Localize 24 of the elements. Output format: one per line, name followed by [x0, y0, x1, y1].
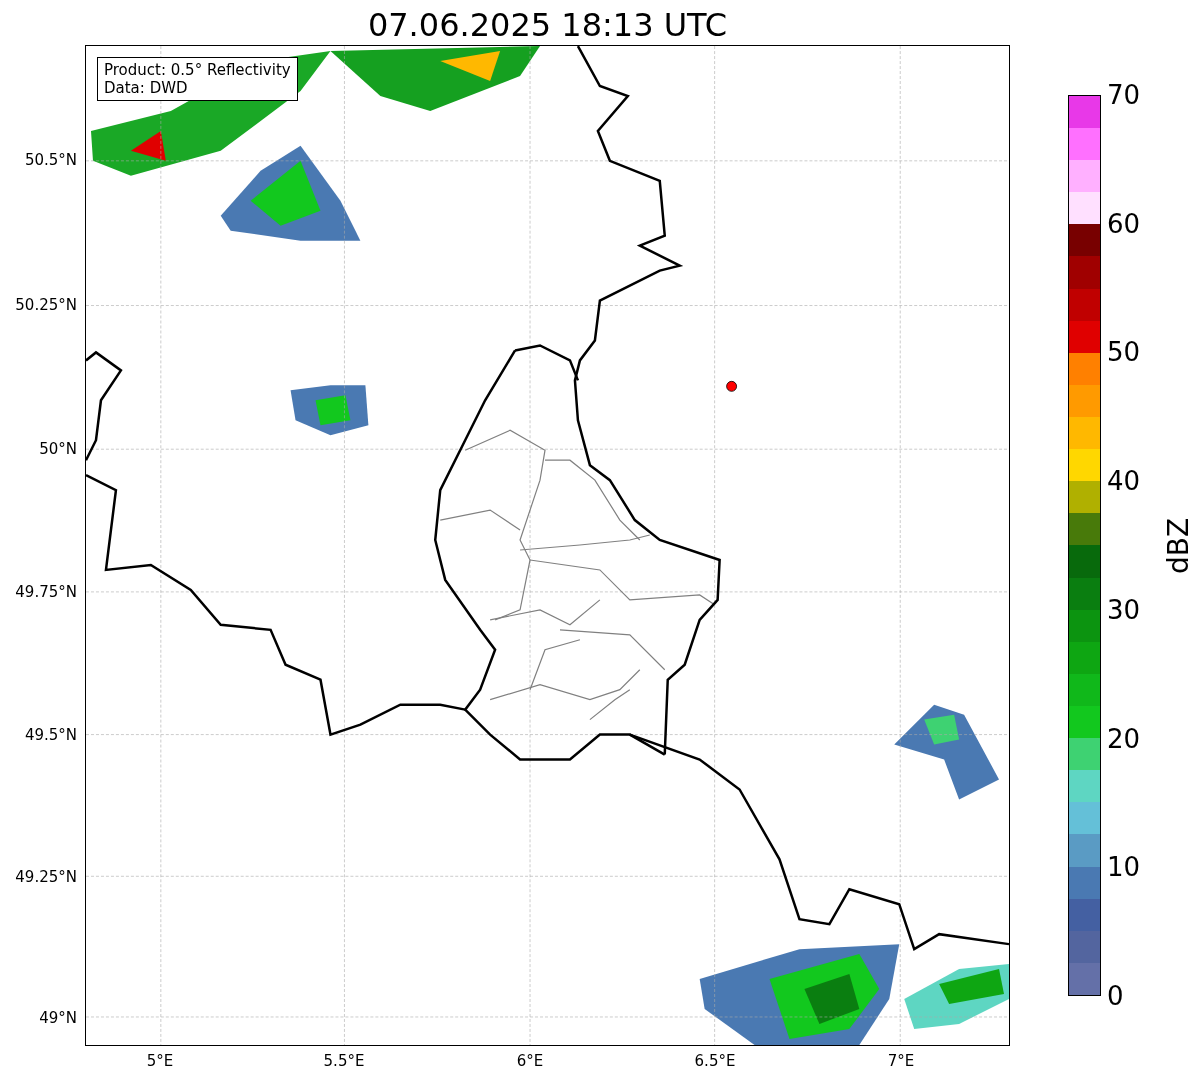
latitude-label: 49.25°N	[15, 868, 77, 886]
latitude-label: 50.5°N	[24, 151, 77, 169]
latitude-label: 50°N	[39, 440, 77, 458]
colorbar-tick-label: 20	[1107, 723, 1141, 754]
colorbar-tick-label: 70	[1107, 80, 1141, 110]
chart-title: 07.06.2025 18:13 UTC	[367, 5, 728, 45]
colorbar-tick-label: 0	[1107, 981, 1124, 1011]
colorbar-tick-label: 40	[1107, 466, 1141, 497]
longitude-label: 5°E	[145, 1052, 175, 1070]
legend-text: Product: 0.5° Reflectivity	[104, 61, 291, 79]
colorbar-label: dBZ	[1163, 517, 1196, 574]
colorbar-tick-label: 50	[1107, 337, 1141, 368]
legend-text: Data: DWD	[104, 79, 189, 97]
latitude-label: 50.25°N	[15, 296, 77, 314]
latitude-label: 49°N	[39, 1009, 77, 1027]
colorbar-tick-label: 10	[1107, 852, 1141, 883]
longitude-label: 6.5°E	[693, 1052, 737, 1070]
colorbar-tick-label: 60	[1107, 208, 1141, 239]
colorbar-tick-label: 30	[1107, 594, 1141, 625]
latitude-label: 49.75°N	[15, 583, 77, 601]
latitude-label: 49.5°N	[24, 726, 77, 744]
longitude-label: 7°E	[886, 1052, 916, 1070]
longitude-label: 6°E	[515, 1052, 545, 1070]
longitude-label: 5.5°E	[322, 1052, 366, 1070]
